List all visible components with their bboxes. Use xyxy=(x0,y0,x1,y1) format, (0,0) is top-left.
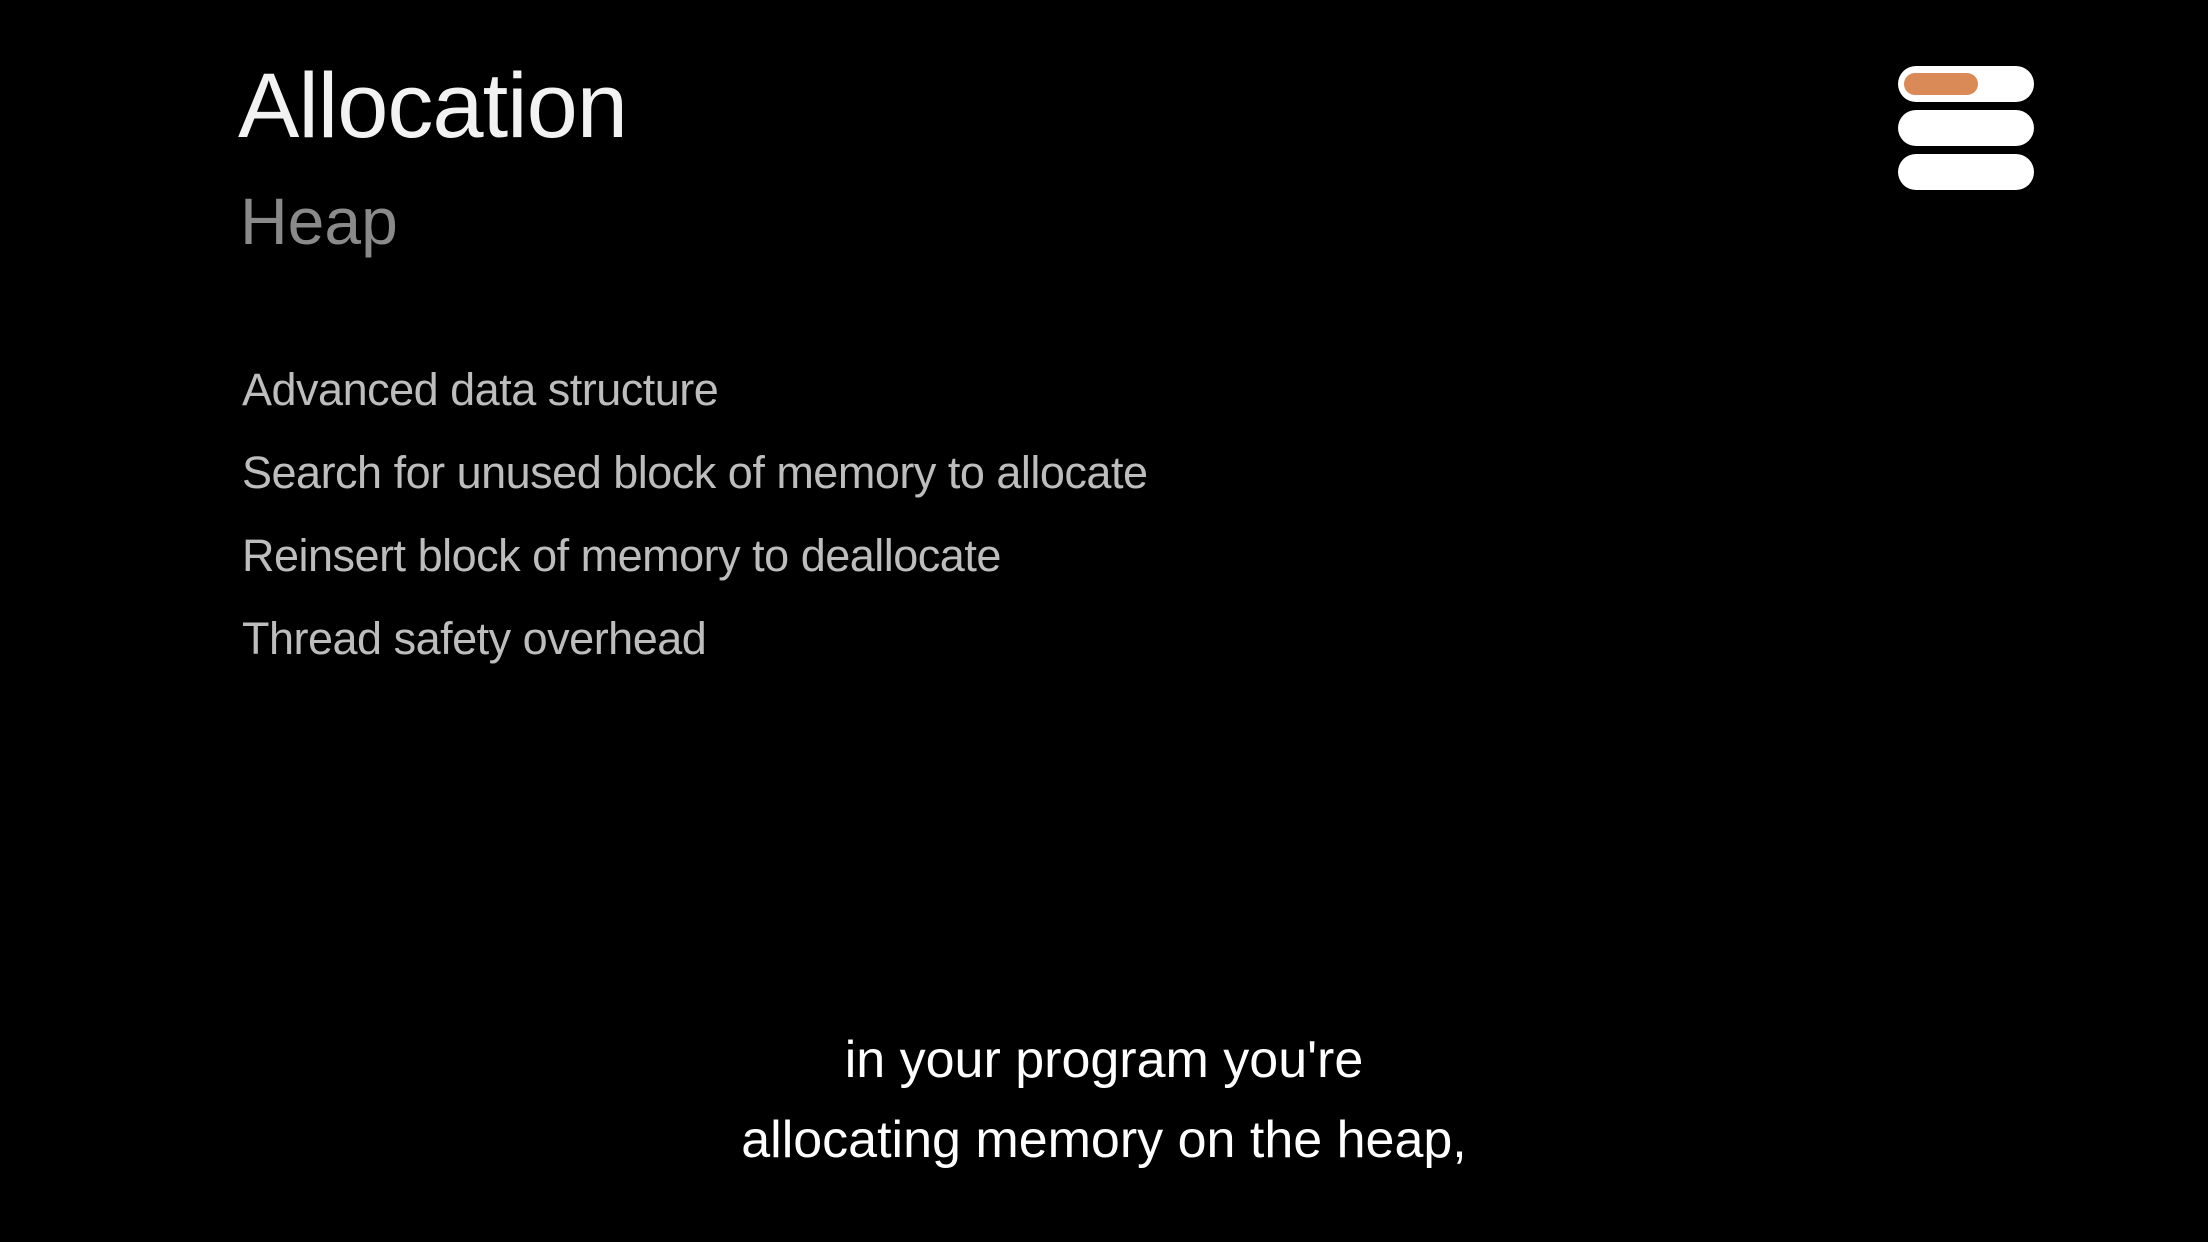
stack-bar-middle xyxy=(1898,110,2034,146)
bullet-item: Reinsert block of memory to deallocate xyxy=(242,530,1001,581)
caption-line: in your program you're xyxy=(844,1031,1364,1089)
bullet-item: Thread safety overhead xyxy=(242,613,707,664)
bullet-item: Search for unused block of memory to all… xyxy=(242,447,1148,498)
stack-fill-indicator xyxy=(1904,73,1978,95)
slide-subtitle: Heap xyxy=(240,184,398,258)
slide: Allocation Heap Advanced data structure … xyxy=(0,0,2208,1242)
stack-bar-top xyxy=(1898,66,2034,102)
slide-title: Allocation xyxy=(238,55,628,157)
caption-line: allocating memory on the heap, xyxy=(741,1111,1467,1169)
bullet-item: Advanced data structure xyxy=(242,364,719,415)
subtitle-caption: in your program you're allocating memory… xyxy=(0,1020,2208,1180)
memory-stack-icon xyxy=(1898,64,2034,192)
stack-bar-bottom xyxy=(1898,154,2034,190)
bullet-list: Advanced data structure Search for unuse… xyxy=(242,362,1148,694)
